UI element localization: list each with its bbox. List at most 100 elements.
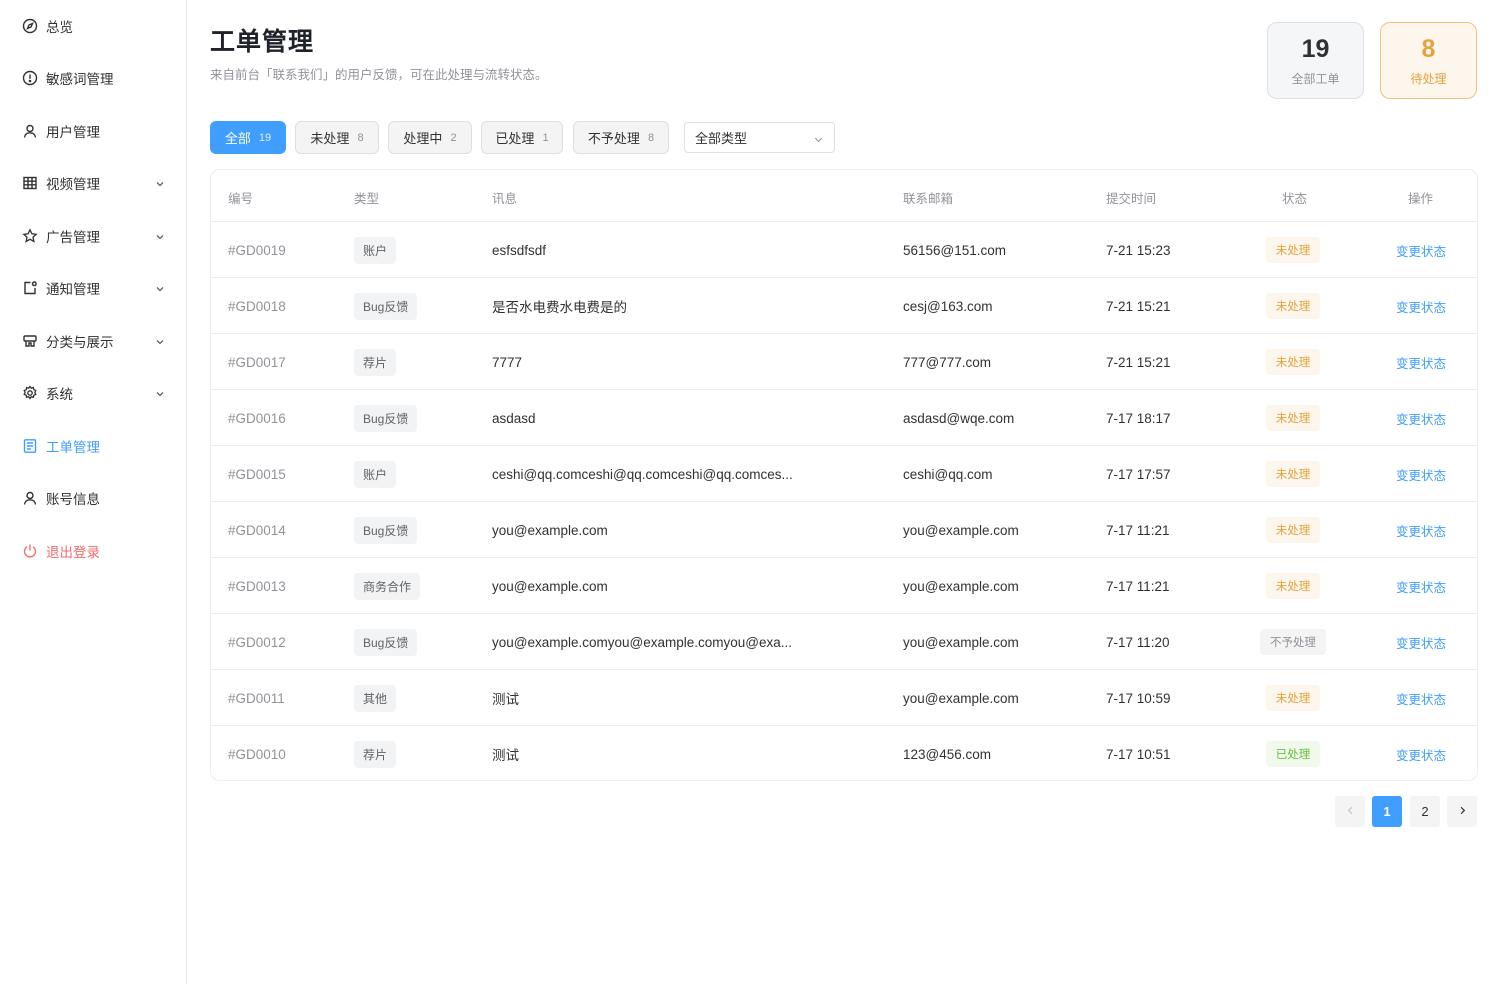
ticket-time: 7-21 15:21 bbox=[1106, 354, 1171, 370]
status-badge: 已处理 bbox=[1265, 741, 1321, 767]
ticket-op-cell: 变更状态 bbox=[1381, 446, 1461, 502]
filter-tab-label: 不予处理 bbox=[587, 131, 640, 146]
ticket-op-cell: 变更状态 bbox=[1381, 558, 1461, 614]
filter-tab-label: 处理中 bbox=[403, 131, 443, 146]
ticket-op-cell: 变更状态 bbox=[1381, 670, 1461, 726]
sidebar-item-label: 敏感词管理 bbox=[46, 72, 114, 87]
sidebar-item-users[interactable]: 用户管理 bbox=[0, 111, 186, 151]
ticket-time: 7-21 15:21 bbox=[1106, 298, 1171, 314]
stat-value: 8 bbox=[1421, 35, 1436, 63]
filter-tab-count: 2 bbox=[450, 131, 457, 144]
pagination-next-button[interactable] bbox=[1447, 796, 1477, 827]
ticket-id: #GD0019 bbox=[228, 242, 286, 258]
ticket-status-cell: 未处理 bbox=[1251, 222, 1335, 278]
change-status-link[interactable]: 变更状态 bbox=[1396, 297, 1446, 316]
sidebar-item-categories[interactable]: 分类与展示 bbox=[0, 321, 186, 361]
sidebar-item-label: 账号信息 bbox=[46, 492, 100, 507]
status-badge: 未处理 bbox=[1265, 685, 1321, 711]
filter-tab-rejected[interactable]: 不予处理 8 bbox=[573, 121, 669, 154]
ticket-time: 7-17 11:20 bbox=[1106, 634, 1170, 650]
column-header-status: 状态 bbox=[1282, 192, 1308, 206]
ticket-op-cell: 变更状态 bbox=[1381, 614, 1461, 670]
type-select[interactable]: 全部类型 bbox=[684, 122, 835, 153]
pagination-page-1[interactable]: 1 bbox=[1372, 796, 1402, 827]
sidebar-item-label: 广告管理 bbox=[46, 230, 100, 245]
ticket-time: 7-17 10:59 bbox=[1106, 690, 1171, 706]
change-status-link[interactable]: 变更状态 bbox=[1396, 577, 1446, 596]
ticket-email: you@example.com bbox=[903, 522, 1019, 538]
ticket-type-tag: 账户 bbox=[354, 236, 397, 264]
ticket-type-tag: 荐片 bbox=[354, 740, 397, 768]
sidebar-item-ads[interactable]: 广告管理 bbox=[0, 216, 186, 256]
table-header: 编号 类型 讯息 联系邮箱 提交时间 状态 操作 bbox=[211, 170, 1477, 222]
sidebar-item-logout[interactable]: 退出登录 bbox=[0, 531, 186, 571]
sidebar-item-sensitive-words[interactable]: 敏感词管理 bbox=[0, 58, 186, 98]
table-row: #GD0014 Bug反馈 you@example.com you@example.c… bbox=[211, 502, 1477, 558]
filter-tab-label: 未处理 bbox=[310, 131, 350, 146]
ticket-email: 123@456.com bbox=[903, 746, 992, 762]
sidebar: 总览 敏感词管理 用户管理 视频管理 广告管理 通知管理 分类与展示 系统 工单… bbox=[0, 0, 187, 984]
chevron-down-icon bbox=[154, 387, 166, 399]
change-status-link[interactable]: 变更状态 bbox=[1396, 353, 1446, 372]
ticket-status-cell: 已处理 bbox=[1251, 726, 1335, 780]
ticket-op-cell: 变更状态 bbox=[1381, 334, 1461, 390]
sidebar-item-tickets[interactable]: 工单管理 bbox=[0, 426, 186, 466]
ticket-id: #GD0015 bbox=[228, 466, 286, 482]
table-row: #GD0018 Bug反馈 是否水电费水电费是的 cesj@163.com 7-21 1… bbox=[211, 278, 1477, 334]
change-status-link[interactable]: 变更状态 bbox=[1396, 633, 1446, 652]
ticket-op-cell: 变更状态 bbox=[1381, 222, 1461, 278]
ticket-type-tag: 账户 bbox=[354, 460, 397, 488]
ticket-status-cell: 未处理 bbox=[1251, 334, 1335, 390]
pagination-page-2[interactable]: 2 bbox=[1410, 796, 1440, 827]
change-status-link[interactable]: 变更状态 bbox=[1396, 521, 1446, 540]
sidebar-item-system[interactable]: 系统 bbox=[0, 373, 186, 413]
ticket-type-tag: Bug反馈 bbox=[354, 628, 418, 656]
chevron-down-icon bbox=[154, 177, 166, 189]
status-badge: 未处理 bbox=[1265, 461, 1321, 487]
ticket-id: #GD0014 bbox=[228, 522, 286, 538]
filter-tab-processing[interactable]: 处理中 2 bbox=[388, 121, 472, 154]
sidebar-item-account[interactable]: 账号信息 bbox=[0, 478, 186, 518]
ticket-op-cell: 变更状态 bbox=[1381, 726, 1461, 780]
sidebar-item-label: 用户管理 bbox=[46, 125, 100, 140]
filter-tab-processed[interactable]: 已处理 1 bbox=[481, 121, 563, 154]
sidebar-item-overview[interactable]: 总览 bbox=[0, 6, 186, 46]
ticket-email: asdasd@wqe.com bbox=[903, 410, 1015, 426]
ticket-id: #GD0016 bbox=[228, 410, 286, 426]
table-row: #GD0019 账户 esfsdfsdf 56156@151.com 7-21 15:2… bbox=[211, 222, 1477, 278]
compass-icon bbox=[22, 18, 38, 34]
app: 总览 敏感词管理 用户管理 视频管理 广告管理 通知管理 分类与展示 系统 工单… bbox=[0, 0, 1500, 984]
sidebar-item-videos[interactable]: 视频管理 bbox=[0, 163, 186, 203]
ticket-status-cell: 未处理 bbox=[1251, 390, 1335, 446]
table-row: #GD0013 商务合作 you@example.com you@example.co… bbox=[211, 558, 1477, 614]
change-status-link[interactable]: 变更状态 bbox=[1396, 465, 1446, 484]
change-status-link[interactable]: 变更状态 bbox=[1396, 689, 1446, 708]
pagination-prev-button[interactable] bbox=[1335, 796, 1365, 827]
table-row: #GD0011 其他 测试 you@example.com 7-17 10:59 未处理 变… bbox=[211, 670, 1477, 726]
ticket-id: #GD0017 bbox=[228, 354, 286, 370]
sidebar-item-notifications[interactable]: 通知管理 bbox=[0, 268, 186, 308]
ticket-message: ceshi@qq.comceshi@qq.comceshi@qq.comces.… bbox=[492, 466, 793, 482]
filter-tab-unprocessed[interactable]: 未处理 8 bbox=[295, 121, 379, 154]
stat-card-all-tickets: 19 全部工单 bbox=[1267, 22, 1364, 99]
filter-tab-count: 19 bbox=[258, 131, 272, 144]
filter-tab-all[interactable]: 全部 19 bbox=[210, 121, 286, 154]
type-select-value: 全部类型 bbox=[695, 131, 748, 146]
change-status-link[interactable]: 变更状态 bbox=[1396, 241, 1446, 260]
ticket-time: 7-17 18:17 bbox=[1106, 410, 1171, 426]
ticket-time: 7-17 11:21 bbox=[1106, 522, 1170, 538]
sidebar-item-label: 总览 bbox=[46, 20, 73, 35]
alert-circle-icon bbox=[22, 70, 38, 86]
status-badge: 未处理 bbox=[1265, 517, 1321, 543]
status-badge: 未处理 bbox=[1265, 405, 1321, 431]
ticket-type-tag: 其他 bbox=[354, 684, 397, 712]
column-header-type: 类型 bbox=[354, 192, 380, 206]
power-icon bbox=[22, 543, 38, 559]
stat-value: 19 bbox=[1301, 35, 1330, 63]
ticket-id: #GD0018 bbox=[228, 298, 286, 314]
change-status-link[interactable]: 变更状态 bbox=[1396, 745, 1446, 764]
change-status-link[interactable]: 变更状态 bbox=[1396, 409, 1446, 428]
tickets-table: 编号 类型 讯息 联系邮箱 提交时间 状态 操作 #GD0019 账户 esfsdf… bbox=[210, 169, 1478, 781]
status-badge: 不予处理 bbox=[1260, 629, 1326, 655]
sidebar-item-label: 工单管理 bbox=[46, 440, 100, 455]
